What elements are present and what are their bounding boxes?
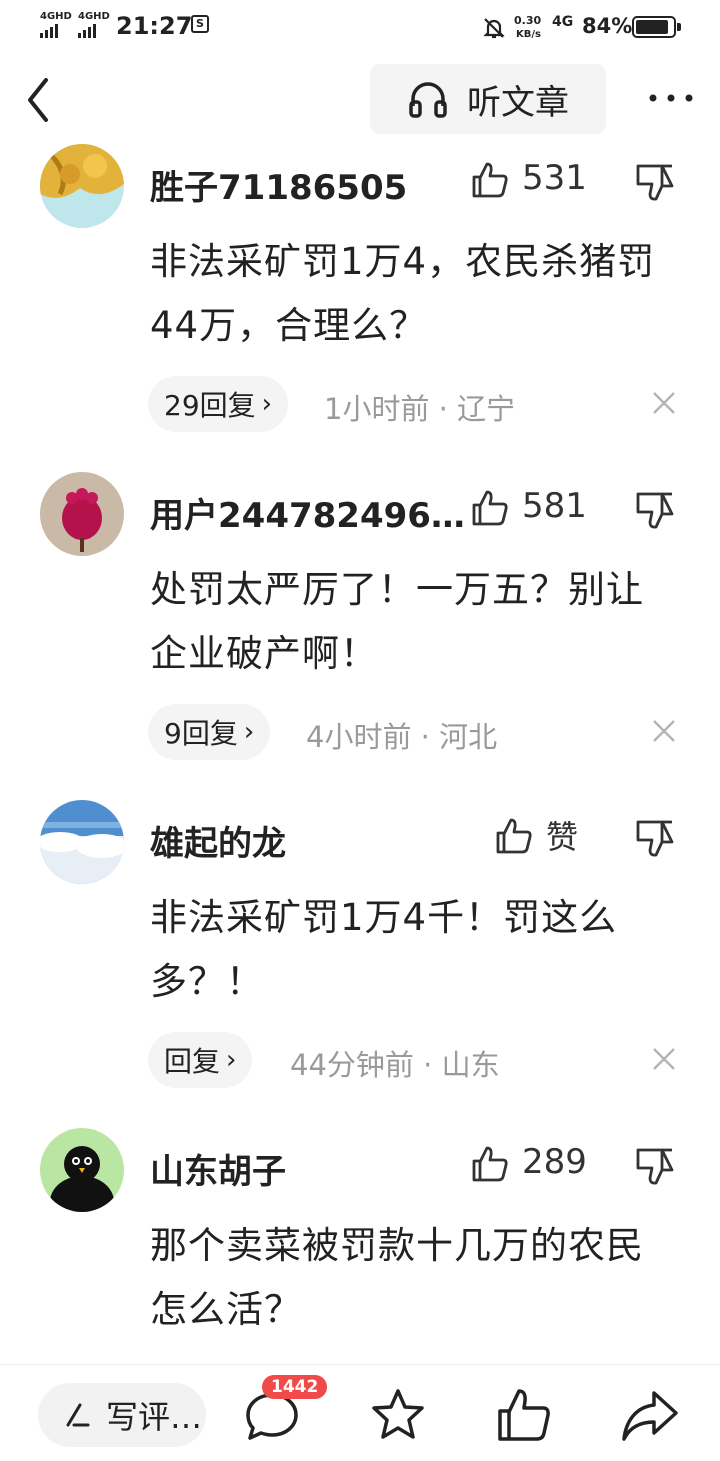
replies-button[interactable]: 回复 ›	[148, 1032, 253, 1088]
comment-time: 44分钟前	[290, 1048, 414, 1082]
write-comment-button[interactable]: 写评…	[38, 1383, 206, 1447]
thumbs-up-icon[interactable]	[494, 1385, 554, 1445]
comment-text: 处罚太严厉了！一万五？别让企业破产啊！	[150, 568, 644, 675]
notification-icon: S	[191, 15, 209, 33]
comment-meta: 44分钟前 · 山东	[290, 1048, 500, 1082]
star-icon[interactable]	[368, 1385, 428, 1445]
share-icon[interactable]	[620, 1385, 680, 1445]
back-arrow-icon[interactable]	[24, 74, 72, 126]
like-label: 赞	[546, 818, 579, 856]
like-count: 289	[522, 1142, 587, 1182]
comment-time: 4小时前	[306, 720, 412, 754]
avatar[interactable]	[40, 1128, 124, 1212]
thumbs-up-icon[interactable]	[494, 816, 534, 856]
listen-label: 听文章	[467, 82, 569, 123]
network-type: 4G	[552, 14, 574, 30]
avatar[interactable]	[40, 800, 124, 884]
clock: 21:27	[116, 12, 193, 40]
battery-icon	[632, 16, 681, 38]
signal-label: 4GHD	[40, 11, 72, 22]
replies-button[interactable]: 29回复 ›	[148, 376, 289, 432]
replies-label: 29回复	[164, 389, 256, 422]
close-icon[interactable]	[651, 718, 677, 744]
comment-location: 辽宁	[457, 392, 516, 426]
signal-bars-icon	[78, 24, 110, 38]
replies-button[interactable]: 9回复 ›	[148, 704, 271, 760]
like-count: 531	[522, 158, 587, 198]
net-speed-value: 0.30	[514, 14, 542, 27]
signal-label: 4GHD	[78, 11, 110, 22]
close-icon[interactable]	[651, 390, 677, 416]
signal-bars-icon	[40, 24, 72, 38]
like-count: 581	[522, 486, 587, 526]
thumbs-up-icon[interactable]	[470, 160, 510, 200]
thumbs-down-icon[interactable]	[636, 1146, 674, 1186]
close-icon[interactable]	[651, 1046, 677, 1072]
thumbs-down-icon[interactable]	[636, 818, 674, 858]
comment-meta: 4小时前 · 河北	[306, 720, 498, 754]
username[interactable]: 胜子71186505	[150, 160, 407, 209]
bottom-action-bar: 写评… 1442	[0, 1364, 720, 1461]
more-dots-icon[interactable]	[645, 84, 697, 112]
comment-text: 非法采矿罚1万4，农民杀猪罚44万，合理么？	[150, 240, 656, 347]
username[interactable]: 山东胡子	[150, 1144, 286, 1193]
comment-text: 那个卖菜被罚款十几万的农民怎么活？	[150, 1224, 644, 1331]
pen-icon	[66, 1403, 90, 1427]
net-speed-unit: KB/s	[516, 29, 541, 40]
mute-bell-icon	[483, 18, 505, 39]
write-comment-label: 写评…	[106, 1398, 203, 1436]
thumbs-down-icon[interactable]	[636, 490, 674, 530]
status-bar: 4GHD 4GHD 21:27 S 0.30 KB/s 4G 84%	[0, 0, 720, 56]
comment-count-badge: 1442	[262, 1375, 328, 1399]
signal-indicator-1: 4GHD	[40, 12, 72, 38]
avatar[interactable]	[40, 472, 124, 556]
comment-time: 1小时前	[324, 392, 430, 426]
replies-label: 9回复	[164, 717, 238, 750]
chevron-right-icon: ›	[261, 389, 273, 419]
chevron-right-icon: ›	[226, 1045, 237, 1075]
thumbs-down-icon[interactable]	[636, 162, 674, 202]
username[interactable]: 用户244782496…	[150, 488, 465, 537]
battery-percent: 84%	[582, 14, 633, 38]
comment-text: 非法采矿罚1万4千！罚这么多？！	[150, 896, 618, 1003]
thumbs-up-icon[interactable]	[470, 488, 510, 528]
avatar[interactable]	[40, 144, 124, 228]
comment-location: 山东	[441, 1048, 500, 1082]
comment-location: 河北	[439, 720, 498, 754]
replies-label: 回复	[164, 1045, 221, 1078]
signal-indicator-2: 4GHD	[78, 12, 110, 38]
chevron-right-icon: ›	[243, 717, 255, 747]
username[interactable]: 雄起的龙	[150, 816, 286, 865]
comment-meta: 1小时前 · 辽宁	[324, 392, 516, 426]
listen-article-button[interactable]: 听文章	[370, 64, 606, 134]
thumbs-up-icon[interactable]	[470, 1144, 510, 1184]
headphones-icon	[409, 82, 447, 118]
